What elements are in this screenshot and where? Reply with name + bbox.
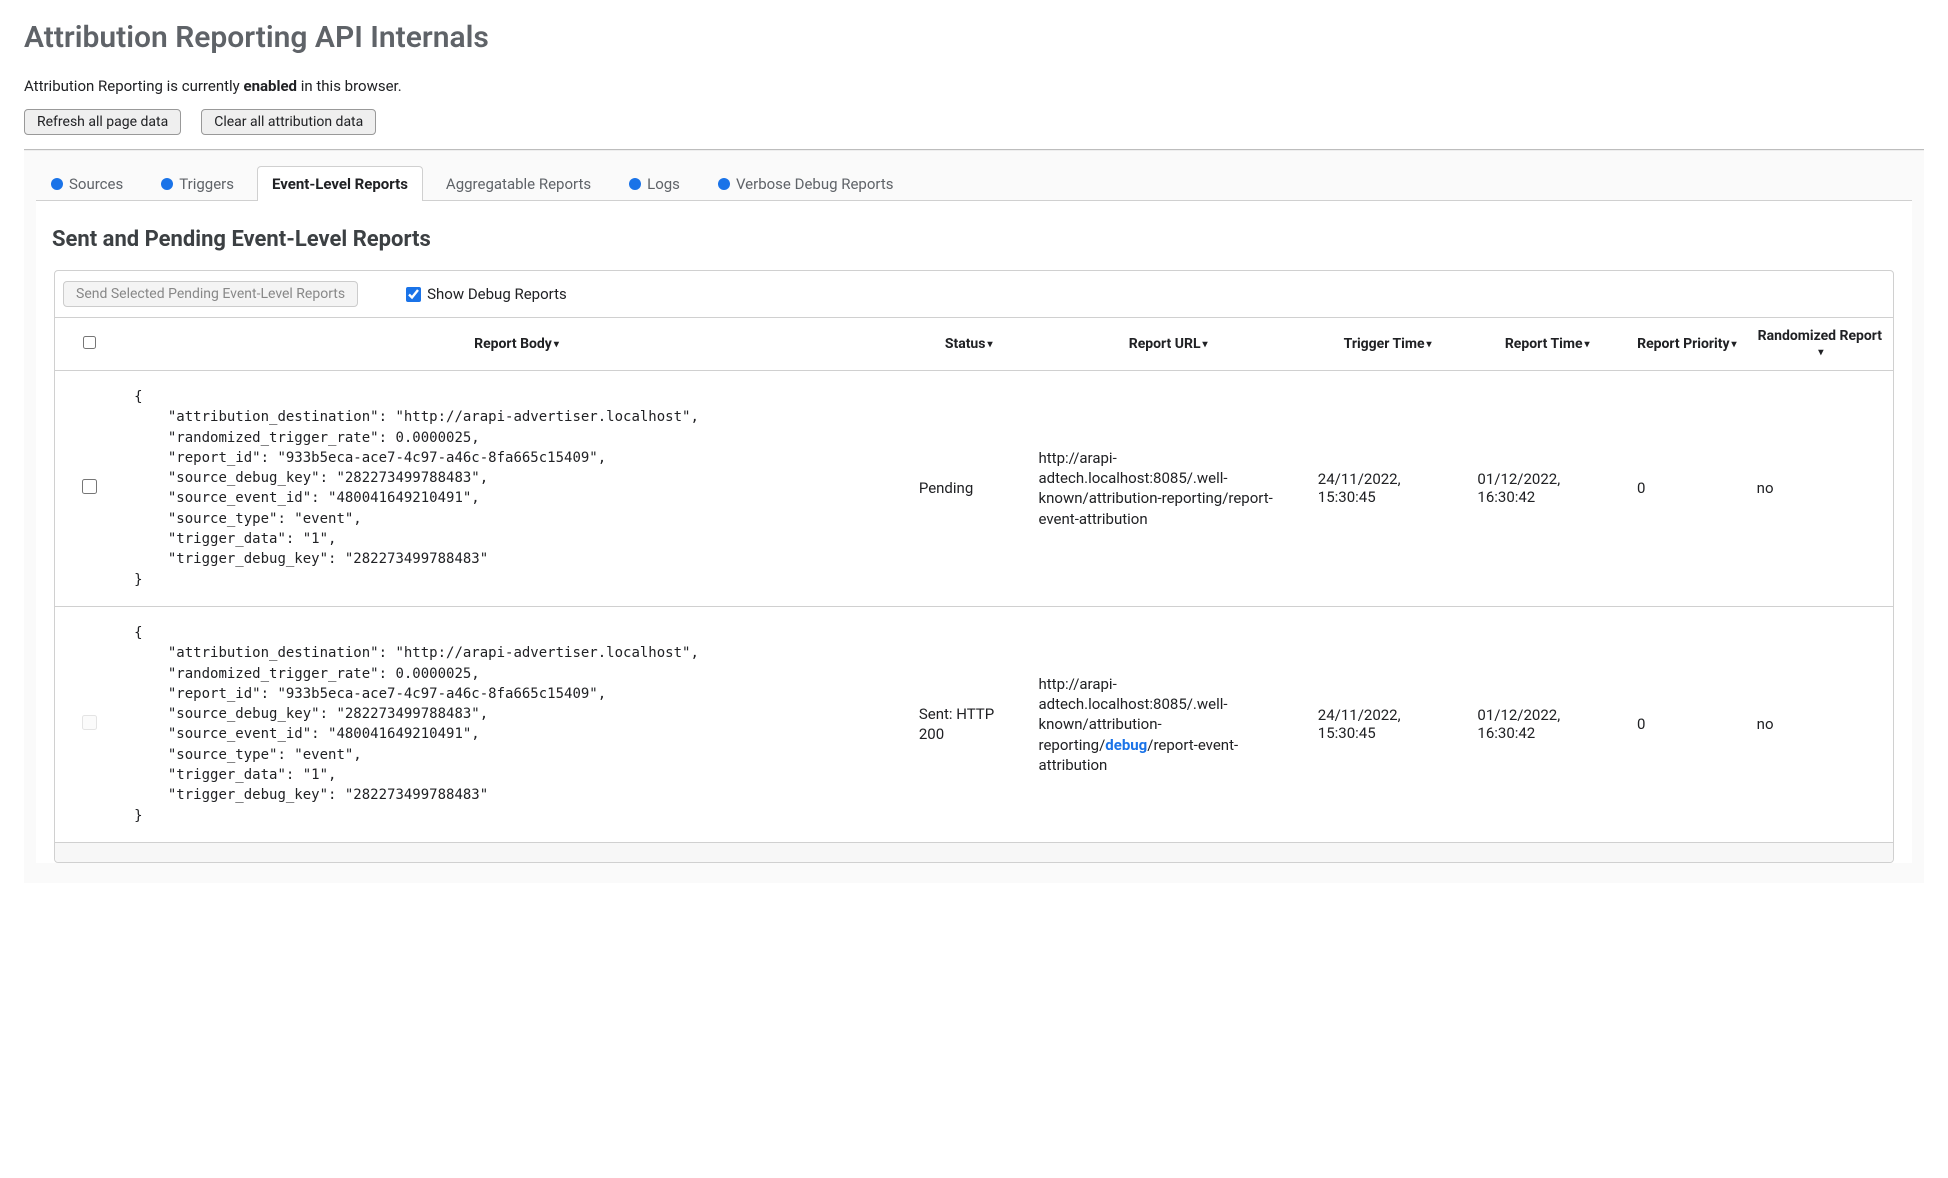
tab-logs[interactable]: Logs (614, 166, 695, 201)
cell-report-time: 01/12/2022, 16:30:42 (1467, 371, 1627, 607)
show-debug-label[interactable]: Show Debug Reports (406, 285, 567, 303)
show-debug-checkbox[interactable] (406, 287, 421, 302)
top-button-row: Refresh all page data Clear all attribut… (24, 109, 1924, 135)
send-selected-button[interactable]: Send Selected Pending Event-Level Report… (63, 281, 358, 307)
cell-randomized: no (1747, 371, 1893, 607)
header-priority[interactable]: Report Priority▾ (1627, 318, 1747, 371)
tab-label: Triggers (179, 175, 234, 193)
tab-sources[interactable]: Sources (36, 166, 138, 201)
sort-arrow-icon: ▾ (1427, 339, 1432, 350)
table-row: { "attribution_destination": "http://ara… (55, 606, 1893, 841)
cell-report-body: { "attribution_destination": "http://ara… (124, 606, 909, 841)
tab-label: Aggregatable Reports (446, 175, 591, 193)
report-body-json: { "attribution_destination": "http://ara… (134, 387, 899, 590)
tabs-bar: Sources Triggers Event-Level Reports Aggreg… (36, 151, 1912, 201)
cell-url: http://arapi-adtech.localhost:8085/.well… (1029, 371, 1308, 607)
sort-arrow-icon: ▾ (554, 339, 559, 350)
tab-label: Logs (647, 175, 680, 193)
status-line: Attribution Reporting is currently enabl… (24, 77, 1924, 95)
header-checkbox-cell (55, 318, 124, 371)
header-report-time[interactable]: Report Time▾ (1467, 318, 1627, 371)
tab-label: Sources (69, 175, 123, 193)
show-debug-text: Show Debug Reports (427, 285, 567, 303)
clear-button[interactable]: Clear all attribution data (201, 109, 376, 135)
sort-arrow-icon: ▾ (987, 339, 992, 350)
sort-arrow-icon: ▾ (1732, 339, 1737, 350)
table-controls: Send Selected Pending Event-Level Report… (55, 271, 1893, 318)
tab-triggers[interactable]: Triggers (146, 166, 249, 201)
tab-panel: Sources Triggers Event-Level Reports Aggreg… (24, 150, 1924, 883)
header-status[interactable]: Status▾ (909, 318, 1029, 371)
select-all-checkbox[interactable] (83, 336, 96, 349)
cell-status: Sent: HTTP 200 (909, 606, 1029, 841)
header-randomized[interactable]: Randomized Report▾ (1747, 318, 1893, 371)
tab-verbose-debug-reports[interactable]: Verbose Debug Reports (703, 166, 909, 201)
cell-priority: 0 (1627, 606, 1747, 841)
header-url[interactable]: Report URL▾ (1029, 318, 1308, 371)
status-suffix: in this browser. (297, 77, 402, 95)
cell-report-time: 01/12/2022, 16:30:42 (1467, 606, 1627, 841)
cell-trigger-time: 24/11/2022, 15:30:45 (1308, 371, 1468, 607)
header-body[interactable]: Report Body▾ (124, 318, 909, 371)
page-title: Attribution Reporting API Internals (24, 20, 1924, 55)
tab-label: Event-Level Reports (272, 175, 408, 193)
tab-dot-icon (51, 178, 63, 190)
cell-randomized: no (1747, 606, 1893, 841)
refresh-button[interactable]: Refresh all page data (24, 109, 181, 135)
tab-label: Verbose Debug Reports (736, 175, 894, 193)
cell-trigger-time: 24/11/2022, 15:30:45 (1308, 606, 1468, 841)
cell-report-body: { "attribution_destination": "http://ara… (124, 371, 909, 607)
table-row: { "attribution_destination": "http://ara… (55, 371, 1893, 607)
reports-table-container: Send Selected Pending Event-Level Report… (54, 270, 1894, 863)
tab-dot-icon (161, 178, 173, 190)
active-pane: Sent and Pending Event-Level Reports Sen… (36, 201, 1912, 863)
table-footer (55, 842, 1893, 862)
cell-status: Pending (909, 371, 1029, 607)
cell-url: http://arapi-adtech.localhost:8085/.well… (1029, 606, 1308, 841)
status-prefix: Attribution Reporting is currently (24, 77, 244, 95)
sort-arrow-icon: ▾ (1818, 347, 1823, 358)
tab-dot-icon (718, 178, 730, 190)
reports-table: Report Body▾ Status▾ Report URL▾ Trigger… (55, 318, 1893, 842)
sort-arrow-icon: ▾ (1585, 339, 1590, 350)
sort-arrow-icon: ▾ (1203, 339, 1208, 350)
status-state: enabled (244, 77, 298, 95)
url-before: http://arapi-adtech.localhost:8085/.well… (1039, 449, 1273, 528)
tab-dot-icon (629, 178, 641, 190)
section-heading: Sent and Pending Event-Level Reports (48, 227, 1900, 252)
cell-priority: 0 (1627, 371, 1747, 607)
table-header-row: Report Body▾ Status▾ Report URL▾ Trigger… (55, 318, 1893, 371)
row-checkbox-cell (55, 606, 124, 841)
row-checkbox-cell (55, 371, 124, 607)
tab-aggregatable-reports[interactable]: Aggregatable Reports (431, 166, 606, 201)
header-trigger-time[interactable]: Trigger Time▾ (1308, 318, 1468, 371)
row-checkbox (82, 715, 97, 730)
url-highlight: debug (1105, 736, 1147, 754)
tab-event-level-reports[interactable]: Event-Level Reports (257, 166, 423, 201)
report-body-json: { "attribution_destination": "http://ara… (134, 623, 899, 826)
row-checkbox[interactable] (82, 479, 97, 494)
